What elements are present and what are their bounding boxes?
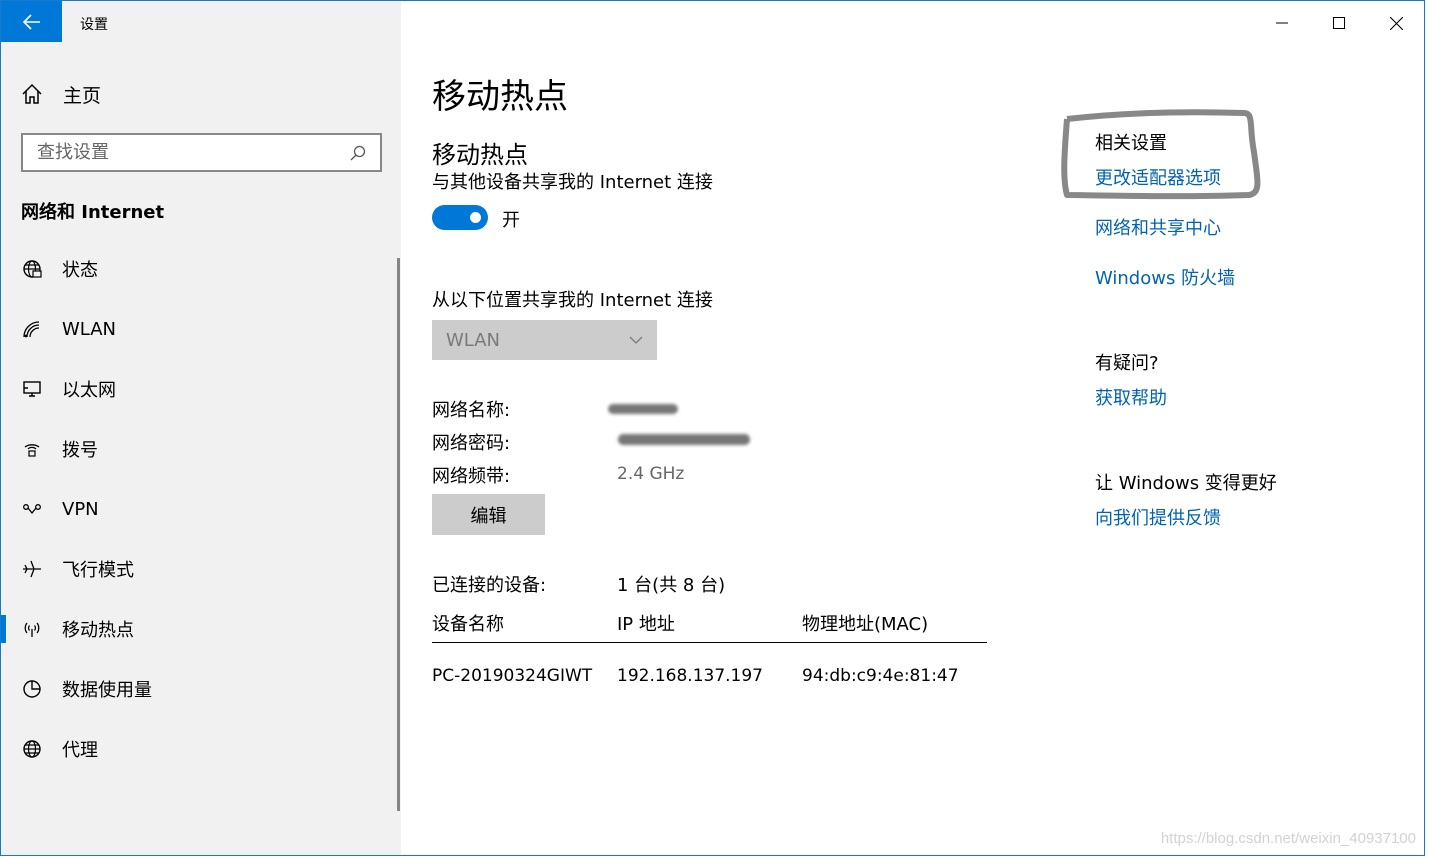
- search-input[interactable]: [37, 142, 350, 163]
- improve-windows-title: 让 Windows 变得更好: [1095, 473, 1277, 494]
- get-help-link[interactable]: 获取帮助: [1095, 384, 1167, 410]
- share-description: 与其他设备共享我的 Internet 连接: [432, 172, 713, 193]
- column-header-ip: IP 地址: [617, 614, 675, 635]
- windows-firewall-link[interactable]: Windows 防火墙: [1095, 264, 1235, 290]
- sidebar-item-label: 飞行模式: [62, 560, 134, 581]
- sidebar-item-vpn[interactable]: VPN: [1, 479, 397, 539]
- redacted-network-password: [618, 434, 750, 445]
- sidebar-item-label: VPN: [62, 498, 99, 520]
- mac-cell: 94:db:c9:4e:81:47: [802, 666, 959, 686]
- toggle-state-label: 开: [502, 210, 520, 231]
- devices-table: 设备名称 IP 地址 物理地址(MAC) PC-20190324GIWT 192…: [432, 609, 987, 705]
- chevron-down-icon: [629, 336, 643, 344]
- connected-devices-count: 1 台(共 8 台): [617, 575, 726, 596]
- settings-window: 设置 主页 网络和 Internet 状态: [0, 0, 1425, 856]
- section-heading: 移动热点: [432, 141, 528, 169]
- related-settings-title: 相关设置: [1095, 133, 1167, 154]
- change-adapter-options-link[interactable]: 更改适配器选项: [1095, 164, 1221, 190]
- sidebar-item-label: 状态: [62, 260, 98, 281]
- vpn-icon: [21, 498, 43, 520]
- main-content: 移动热点 移动热点 与其他设备共享我的 Internet 连接 开 从以下位置共…: [402, 1, 1424, 855]
- share-from-dropdown[interactable]: WLAN: [432, 320, 657, 360]
- redacted-network-name: [608, 404, 678, 414]
- sidebar-item-hotspot[interactable]: 移动热点: [1, 599, 397, 659]
- sidebar-item-label: 移动热点: [62, 620, 134, 641]
- home-link[interactable]: 主页: [21, 79, 101, 109]
- search-box[interactable]: [21, 133, 382, 172]
- maximize-icon: [1333, 17, 1345, 29]
- sidebar-item-dialup[interactable]: 拨号: [1, 419, 397, 479]
- dropdown-value: WLAN: [446, 329, 501, 351]
- column-header-device-name: 设备名称: [432, 614, 504, 635]
- sidebar-item-label: 以太网: [62, 380, 116, 401]
- minimize-button[interactable]: [1267, 9, 1297, 37]
- network-password-label: 网络密码:: [432, 433, 511, 454]
- hotspot-icon: [21, 618, 43, 640]
- close-icon: [1389, 16, 1403, 30]
- network-sharing-center-link[interactable]: 网络和共享中心: [1095, 214, 1221, 240]
- wifi-icon: [21, 318, 43, 340]
- sidebar-item-label: 数据使用量: [62, 680, 152, 701]
- device-name-cell: PC-20190324GIWT: [432, 666, 593, 686]
- sidebar-item-proxy[interactable]: 代理: [1, 719, 397, 779]
- network-name-label: 网络名称:: [432, 400, 511, 421]
- hotspot-toggle[interactable]: [432, 205, 488, 230]
- globe-status-icon: [21, 258, 43, 280]
- data-usage-icon: [21, 678, 43, 700]
- column-header-mac: 物理地址(MAC): [802, 614, 929, 635]
- sidebar-item-airplane[interactable]: 飞行模式: [1, 539, 397, 599]
- edit-button[interactable]: 编辑: [432, 494, 545, 535]
- nav-list: 状态 WLAN 以太网 拨号 VPN 飞行模式 移动热点 数据使用量 代理: [1, 239, 397, 779]
- sidebar-item-label: 拨号: [62, 440, 98, 461]
- table-row: PC-20190324GIWT 192.168.137.197 94:db:c9…: [432, 643, 987, 705]
- connected-devices-label: 已连接的设备:: [432, 575, 547, 596]
- sidebar-item-data-usage[interactable]: 数据使用量: [1, 659, 397, 719]
- dialup-icon: [21, 438, 43, 460]
- share-from-label: 从以下位置共享我的 Internet 连接: [432, 290, 713, 311]
- sidebar: 设置 主页 网络和 Internet 状态: [1, 1, 401, 855]
- sidebar-item-status[interactable]: 状态: [1, 239, 397, 299]
- question-title: 有疑问?: [1095, 353, 1159, 374]
- feedback-link[interactable]: 向我们提供反馈: [1095, 504, 1221, 530]
- page-title: 移动热点: [432, 77, 568, 117]
- sidebar-item-label: 代理: [62, 740, 98, 761]
- sidebar-item-wlan[interactable]: WLAN: [1, 299, 397, 359]
- maximize-button[interactable]: [1324, 9, 1354, 37]
- ip-cell: 192.168.137.197: [617, 666, 764, 686]
- globe-icon: [21, 738, 43, 760]
- back-button[interactable]: [1, 1, 62, 42]
- minimize-icon: [1276, 22, 1288, 24]
- app-title: 设置: [80, 17, 108, 33]
- sidebar-item-label: WLAN: [62, 318, 117, 340]
- back-arrow-icon: [22, 13, 40, 30]
- watermark: https://blog.csdn.net/weixin_40937100: [1160, 830, 1416, 847]
- network-band-value: 2.4 GHz: [617, 464, 685, 484]
- network-band-label: 网络频带:: [432, 466, 511, 487]
- section-title: 网络和 Internet: [21, 202, 165, 223]
- home-label: 主页: [63, 84, 102, 107]
- sidebar-item-ethernet[interactable]: 以太网: [1, 359, 397, 419]
- close-button[interactable]: [1381, 9, 1411, 37]
- home-icon: [22, 83, 42, 104]
- ethernet-monitor-icon: [21, 378, 43, 400]
- sidebar-scrollbar[interactable]: [397, 258, 400, 811]
- table-header: 设备名称 IP 地址 物理地址(MAC): [432, 609, 987, 643]
- search-icon[interactable]: [350, 145, 366, 161]
- airplane-icon: [21, 558, 43, 580]
